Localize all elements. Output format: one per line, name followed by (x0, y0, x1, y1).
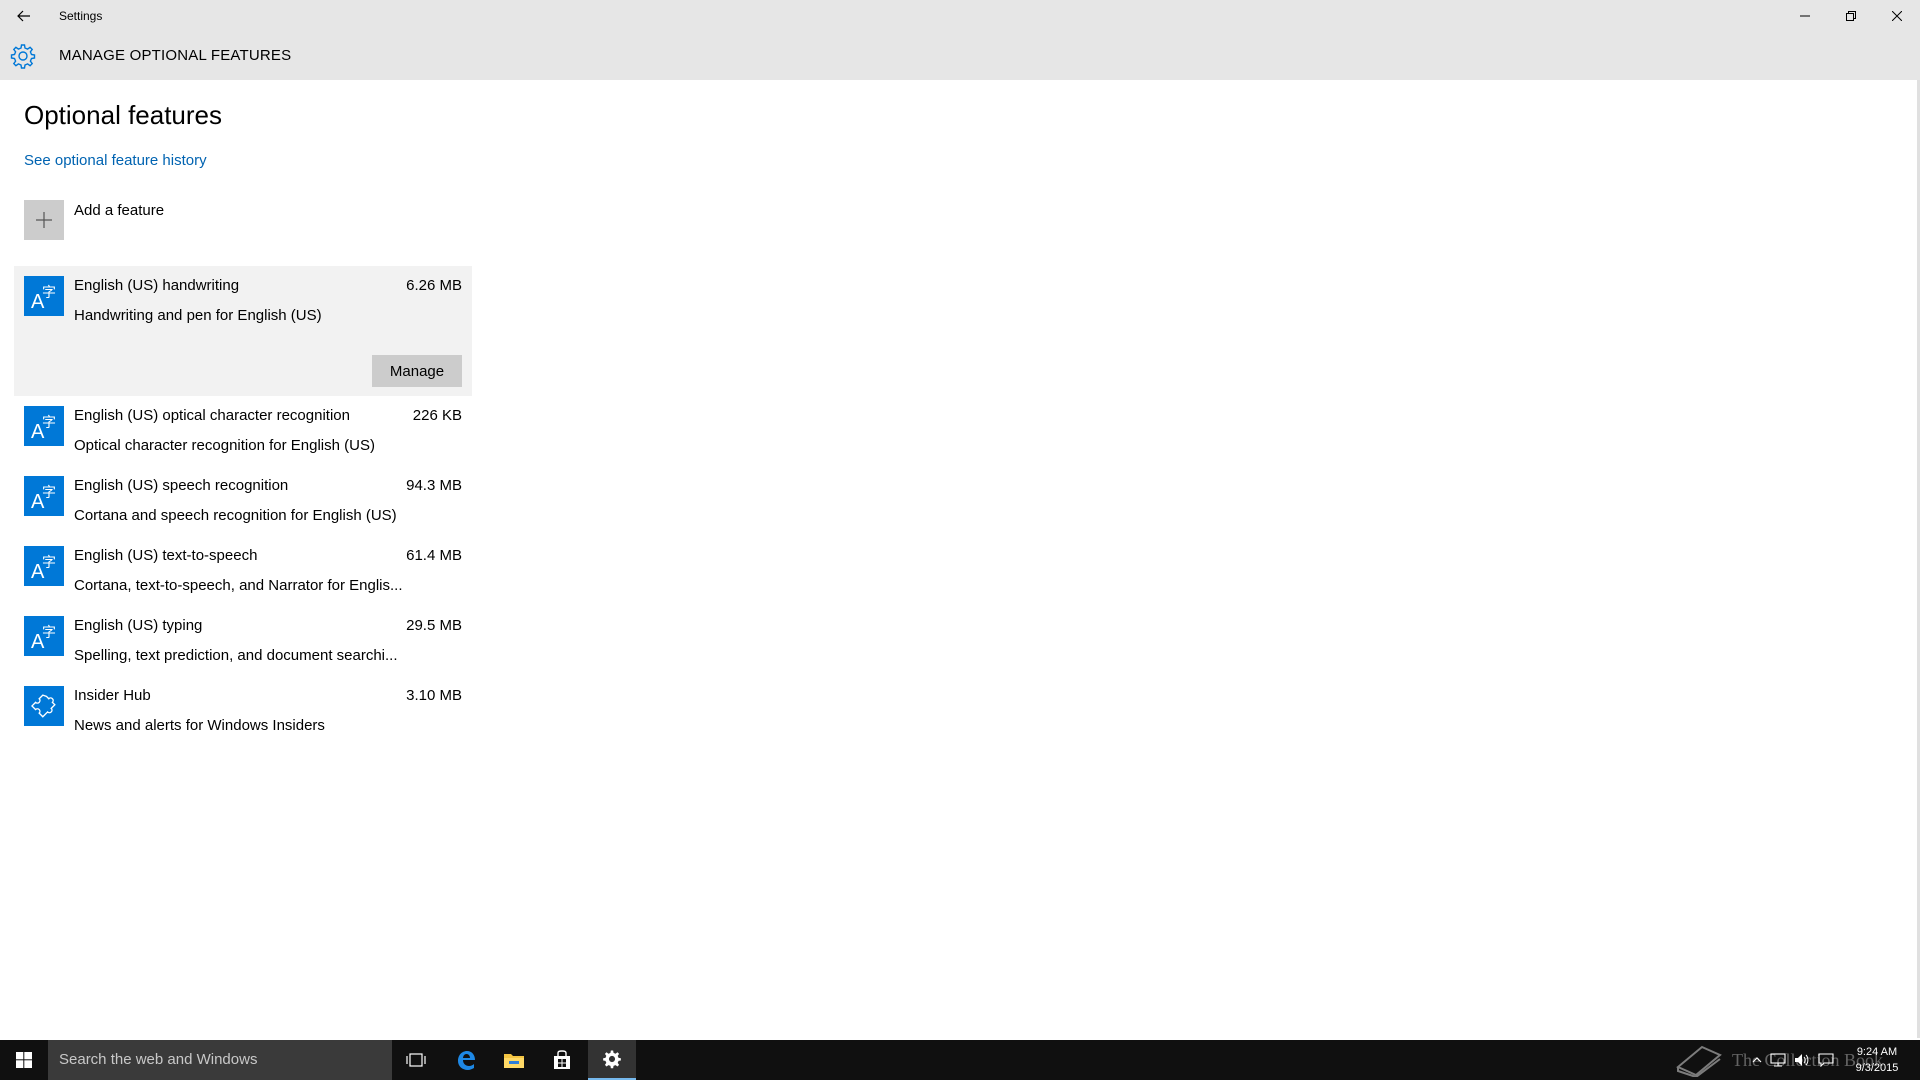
feature-item[interactable]: A 字 English (US) speech recognition 94.3… (14, 466, 472, 536)
language-icon: A 字 (24, 406, 64, 446)
feature-size: 226 KB (412, 407, 462, 424)
svg-text:字: 字 (42, 415, 56, 431)
feature-size: 6.26 MB (406, 277, 462, 294)
edge-button[interactable] (442, 1040, 490, 1080)
task-view-button[interactable] (392, 1040, 440, 1080)
feature-description: Handwriting and pen for English (US) (74, 307, 322, 324)
add-feature-label: Add a feature (74, 202, 165, 219)
language-icon: A 字 (24, 476, 64, 516)
watermark: The Collection Book (1668, 1040, 1898, 1080)
feature-description: Spelling, text prediction, and document … (74, 647, 398, 664)
taskbar: Search the web and Windows 9:24 AM 9/3/2… (0, 1040, 1920, 1080)
svg-text:字: 字 (42, 555, 56, 571)
book-logo-icon (1676, 1045, 1722, 1077)
restore-icon (1846, 11, 1856, 21)
page-header: MANAGE OPTIONAL FEATURES (0, 32, 1920, 80)
back-button[interactable] (0, 0, 48, 32)
app-title: Settings (59, 9, 103, 23)
page-title: Optional features (24, 100, 223, 130)
feature-name: English (US) optical character recogniti… (74, 407, 350, 424)
watermark-text: The Collection Book (1732, 1050, 1883, 1070)
taskbar-search-box[interactable]: Search the web and Windows (48, 1040, 392, 1080)
svg-text:字: 字 (42, 485, 56, 501)
restore-button[interactable] (1828, 0, 1874, 32)
feature-item[interactable]: A 字 English (US) optical character recog… (14, 396, 472, 466)
feature-size: 3.10 MB (406, 687, 462, 704)
feature-description: Optical character recognition for Englis… (74, 437, 375, 454)
store-bag-icon (554, 1050, 570, 1069)
edge-browser-icon (458, 1051, 475, 1070)
feature-description: Cortana, text-to-speech, and Narrator fo… (74, 577, 403, 594)
svg-text:字: 字 (42, 285, 56, 301)
title-bar: Settings (0, 0, 1920, 32)
feature-size: 94.3 MB (406, 477, 462, 494)
feature-name: English (US) handwriting (74, 277, 240, 294)
gear-icon (603, 1050, 621, 1069)
windows-logo-icon (16, 1052, 32, 1068)
settings-taskbar-button[interactable] (588, 1040, 636, 1080)
add-feature-button[interactable]: Add a feature (24, 200, 324, 240)
task-view-icon (406, 1053, 426, 1067)
feature-name: English (US) text-to-speech (74, 547, 258, 564)
feature-name: English (US) speech recognition (74, 477, 289, 494)
feature-description: Cortana and speech recognition for Engli… (74, 507, 397, 524)
minimize-icon (1800, 15, 1810, 17)
start-button[interactable] (0, 1040, 48, 1080)
feature-description: News and alerts for Windows Insiders (74, 717, 325, 734)
feature-item[interactable]: Insider Hub 3.10 MB News and alerts for … (14, 676, 472, 746)
close-icon (1892, 11, 1902, 21)
language-icon: A 字 (24, 616, 64, 656)
plus-icon-box (24, 200, 64, 240)
feature-list: A 字 English (US) handwriting 6.26 MB Han… (14, 266, 472, 746)
back-arrow-icon (17, 10, 30, 22)
feature-size: 29.5 MB (406, 617, 462, 634)
feature-name: Insider Hub (74, 687, 151, 704)
feature-size: 61.4 MB (406, 547, 462, 564)
feature-item[interactable]: A 字 English (US) typing 29.5 MB Spelling… (14, 606, 472, 676)
plus-icon (36, 212, 52, 228)
language-icon: A 字 (24, 546, 64, 586)
feature-history-link[interactable]: See optional feature history (24, 152, 207, 169)
search-placeholder: Search the web and Windows (59, 1051, 258, 1068)
puzzle-icon (24, 686, 64, 726)
page-header-title: MANAGE OPTIONAL FEATURES (59, 47, 292, 64)
minimize-button[interactable] (1782, 0, 1828, 32)
close-button[interactable] (1874, 0, 1920, 32)
folder-icon (504, 1054, 524, 1068)
gear-icon (10, 44, 36, 69)
feature-item[interactable]: A 字 English (US) text-to-speech 61.4 MB … (14, 536, 472, 606)
language-icon: A 字 (24, 276, 64, 316)
manage-button[interactable]: Manage (372, 355, 462, 387)
svg-text:字: 字 (42, 625, 56, 641)
store-button[interactable] (538, 1040, 586, 1080)
file-explorer-button[interactable] (490, 1040, 538, 1080)
feature-item[interactable]: A 字 English (US) handwriting 6.26 MB Han… (14, 266, 472, 396)
feature-name: English (US) typing (74, 617, 203, 634)
